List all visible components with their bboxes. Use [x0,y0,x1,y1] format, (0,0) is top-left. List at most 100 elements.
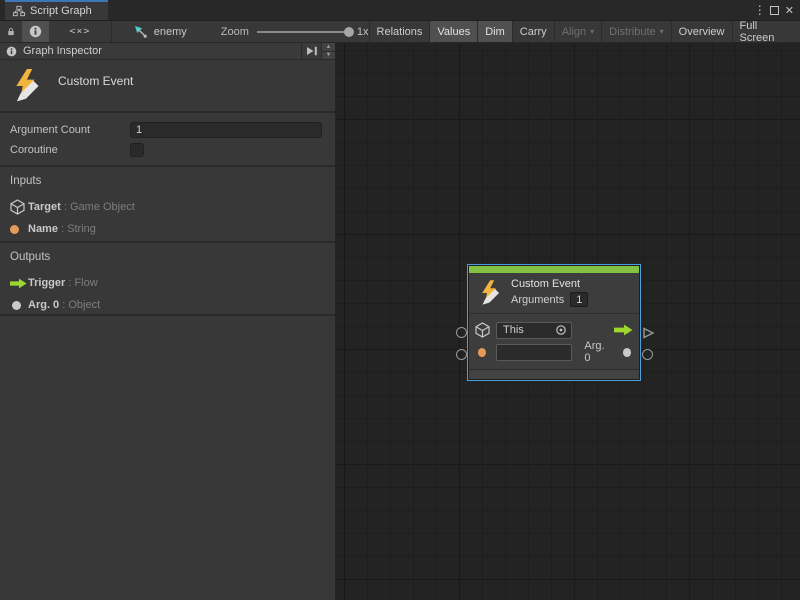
zoom-value: 1x [357,26,369,38]
arg0-label: Arg. 0 [584,340,611,364]
coroutine-checkbox[interactable] [130,143,144,157]
dock-panel-button[interactable] [301,43,321,59]
info-icon [6,46,17,57]
trigger-flow-arrow-icon[interactable] [614,324,633,336]
window-menu-icon[interactable]: ⋮ [754,3,764,17]
name-input-port[interactable] [456,349,467,360]
graph-breadcrumb[interactable]: enemy [134,21,187,42]
toolbar-right-group: Relations Values Dim Carry Align▾ Distri… [369,21,800,42]
port-row-target: Target : Game Object [10,196,325,218]
argument-count-row: Argument Count [0,120,335,140]
overview-button[interactable]: Overview [672,21,733,42]
port-row-name: Name : String [10,218,325,240]
event-name-input[interactable] [496,344,572,361]
dock-right-icon [306,46,318,56]
fullscreen-button[interactable]: Full Screen [733,21,800,42]
script-graph-icon [13,5,25,17]
script-graph-window: Script Graph ⋮ ✕ <×> [0,0,800,600]
port-type: : String [58,223,96,235]
graph-asset-icon [134,25,148,39]
string-port-icon [10,225,19,234]
custom-event-icon [479,279,503,307]
chevron-down-icon: ▾ [590,27,594,36]
zoom-control: Zoom 1x [221,21,369,42]
port-type: : Flow [65,277,97,289]
node-body: This [469,314,639,369]
port-type: : Game Object [61,201,135,213]
arg0-output-port-outer[interactable] [642,349,653,360]
object-port-icon [12,301,21,310]
event-node-color-bar [469,266,639,273]
target-object-value: This [503,324,555,336]
close-icon[interactable]: ✕ [785,4,794,17]
argument-count-input[interactable] [130,122,322,138]
tab-bar: Script Graph ⋮ ✕ [0,0,800,21]
graph-inspector-header: Graph Inspector ▲ ▼ [0,43,335,60]
object-picker-icon[interactable] [555,324,567,336]
graph-inspector-panel: Graph Inspector ▲ ▼ Cust [0,43,336,600]
outputs-section: Outputs Trigger : Flow Arg. 0 : Object [0,243,335,314]
code-icon: <×> [69,26,90,37]
custom-event-icon [12,68,44,104]
carry-button[interactable]: Carry [513,21,555,42]
node-arguments-label: Arguments [511,294,564,306]
maximize-icon[interactable] [770,6,779,15]
argument-count-label: Argument Count [10,124,130,136]
port-row-arg0: Arg. 0 : Object [10,294,325,316]
inspector-title: Graph Inspector [23,45,295,57]
window-controls: ⋮ ✕ [754,0,800,20]
port-name: Target [28,201,61,213]
game-object-cube-icon [475,322,490,338]
lock-icon [7,25,15,38]
arg0-output-port[interactable] [623,348,631,357]
panel-scroll-spinner: ▲ ▼ [321,43,335,59]
align-dropdown-button[interactable]: Align▾ [555,21,602,42]
chevron-down-icon: ▾ [660,27,664,36]
port-row-trigger: Trigger : Flow [10,272,325,294]
node-row-target: This [475,319,633,341]
outputs-heading: Outputs [10,251,325,263]
graph-canvas[interactable]: Custom Event Arguments 1 [336,43,800,600]
port-name: Trigger [28,277,65,289]
info-icon [29,25,42,38]
node-footer [469,370,639,379]
zoom-label: Zoom [221,26,249,38]
lock-button[interactable] [0,21,22,42]
target-input-port[interactable] [456,327,467,338]
coroutine-row: Coroutine [0,140,335,160]
inspector-header-tools: ▲ ▼ [301,43,335,59]
dim-button[interactable]: Dim [478,21,513,42]
graph-toolbar: <×> enemy Zoom 1x Relations Values Dim C… [0,21,800,43]
port-type: : Object [59,299,100,311]
toolbar-divider [111,21,112,42]
node-row-arg0: Arg. 0 [475,341,633,363]
string-port-icon [478,348,486,357]
code-view-button[interactable]: <×> [49,21,111,42]
distribute-dropdown-button[interactable]: Distribute▾ [602,21,671,42]
inputs-section: Inputs Target : Game Object Name : Strin… [0,167,335,241]
relations-button[interactable]: Relations [370,21,431,42]
scroll-down-button[interactable]: ▼ [322,52,335,60]
inspector-toggle-button[interactable] [22,21,49,42]
values-button[interactable]: Values [430,21,478,42]
tab-title: Script Graph [30,5,92,17]
unit-title: Custom Event [58,68,133,88]
scroll-up-button[interactable]: ▲ [322,43,335,52]
section-divider [0,314,335,316]
trigger-output-port[interactable] [642,327,655,339]
node-header[interactable]: Custom Event Arguments 1 [469,273,639,313]
zoom-slider[interactable] [257,31,349,33]
unit-fields: Argument Count Coroutine [0,113,335,165]
flow-arrow-icon [10,278,28,289]
coroutine-label: Coroutine [10,144,130,156]
inputs-heading: Inputs [10,175,325,187]
port-name: Arg. 0 [28,299,59,311]
custom-event-node[interactable]: Custom Event Arguments 1 [467,264,641,381]
target-object-dropdown[interactable]: This [496,322,572,339]
tab-script-graph[interactable]: Script Graph [5,0,108,20]
node-arguments-value[interactable]: 1 [570,292,588,307]
game-object-cube-icon [10,199,28,215]
zoom-slider-thumb[interactable] [344,27,354,37]
port-name: Name [28,223,58,235]
graph-name-label: enemy [154,26,187,38]
